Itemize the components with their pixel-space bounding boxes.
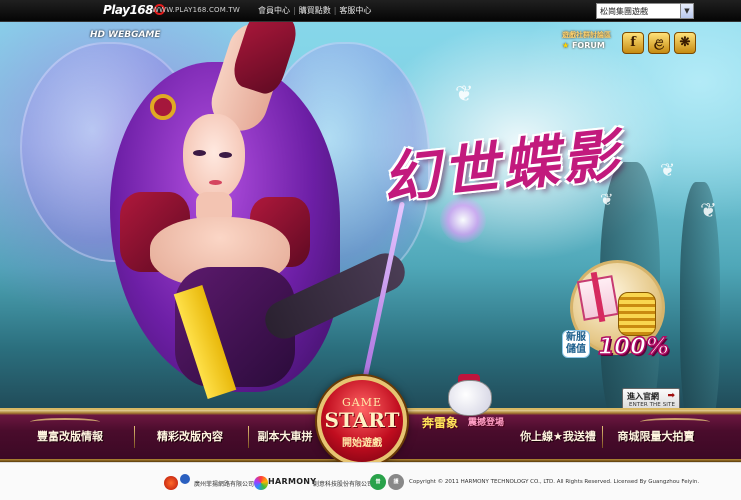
nav-mall-auction[interactable]: 商城限量大拍賣: [606, 424, 706, 450]
recharge-promo-badge[interactable]: 新服 儲值 100%: [560, 260, 675, 370]
forum-label-cn: 遊戲社群討論區: [562, 31, 611, 39]
arrow-right-icon: ➡: [667, 391, 675, 401]
forum-box[interactable]: 遊戲社群討論區 ★ FORUM: [562, 30, 620, 50]
top-bar: Play168 WWW.PLAY168.COM.TW 會員中心 | 購買點數 | 客服中…: [0, 0, 741, 22]
promo-label-line1: 新服: [566, 332, 586, 343]
company-harmony: 創意科技股份有限公司: [313, 481, 374, 488]
game-start-cn-text: 開始遊戲: [342, 438, 382, 449]
elephant-icon: [448, 380, 492, 416]
butterfly-icon: ❦: [700, 198, 717, 222]
game-start-button[interactable]: GAME START 開始遊戲: [317, 376, 407, 466]
play168-logo-text: Play168: [103, 3, 154, 17]
customer-service-link[interactable]: 客服中心: [339, 6, 371, 15]
event-title: 奔雷象: [422, 416, 459, 430]
feiyin-logo-dot: [180, 474, 190, 484]
nav-update-content[interactable]: 精彩改版內容: [140, 424, 240, 450]
harmony-logo-icon: [254, 476, 268, 490]
game-select-value: 松崗集團遊戲: [600, 7, 648, 16]
enter-site-label-cn: 進入官網: [627, 392, 659, 401]
character-face: [183, 114, 245, 200]
footer: 廣州菲揚網路有限公司 HARMONY 創意科技股份有限公司 普 護 Copyri…: [0, 462, 741, 500]
chevron-down-icon: ▼: [680, 4, 693, 18]
share-icon[interactable]: ❋: [674, 32, 696, 54]
butterfly-icon: ❦: [600, 190, 614, 209]
buy-points-link[interactable]: 購買點數: [299, 6, 331, 15]
butterfly-icon: ❦: [660, 160, 676, 181]
promo-percent: 100%: [597, 333, 670, 361]
nav-dungeon-race[interactable]: 副本大車拼: [252, 424, 318, 450]
nav-update-info[interactable]: 豐富改版情報: [20, 424, 120, 450]
copyright: Copyright © 2011 HARMONY TECHNOLOGY CO.,…: [409, 479, 700, 485]
member-center-link[interactable]: 會員中心: [258, 6, 290, 15]
character-eye: [219, 152, 232, 158]
feiyin-logo-icon: [164, 476, 178, 490]
company-feiyin: 廣州菲揚網路有限公司: [194, 481, 255, 488]
elephant-event-banner[interactable]: 奔雷象 震撼登場: [420, 374, 510, 440]
character-headpiece: [150, 94, 176, 120]
forum-link[interactable]: ★ FORUM: [562, 41, 620, 50]
star-icon: ★: [562, 41, 570, 50]
game-select-dropdown[interactable]: 松崗集團遊戲 ▼: [596, 3, 694, 19]
rating-icon: 護: [388, 474, 404, 490]
game-start-main-text: START: [324, 408, 400, 432]
harmony-brand: HARMONY: [268, 477, 317, 486]
hero-banner: ❦ ❦ ❦ ❦ HD WEBGAME 幻世蝶影 遊戲社群討論區 ★ FORUM …: [0, 22, 741, 430]
plurk-icon[interactable]: ළ: [648, 32, 670, 54]
facebook-icon[interactable]: f: [622, 32, 644, 54]
character-lips: [209, 180, 222, 185]
event-subtitle: 震撼登場: [468, 418, 505, 428]
nav-online-gift[interactable]: 你上線★我送禮: [516, 424, 600, 450]
top-links: 會員中心 | 購買點數 | 客服中心: [258, 6, 372, 15]
promo-label: 新服 儲值: [562, 330, 590, 358]
butterfly-icon: ❦: [455, 82, 474, 107]
gold-coins-icon: [618, 292, 656, 336]
rating-icon: 普: [370, 474, 386, 490]
hd-webgame-logo: HD WEBGAME: [90, 30, 161, 40]
promo-label-line2: 儲值: [566, 344, 586, 355]
site-url: WWW.PLAY168.COM.TW: [152, 6, 241, 14]
forum-label-en: FORUM: [571, 41, 605, 50]
character-eye: [193, 150, 206, 156]
